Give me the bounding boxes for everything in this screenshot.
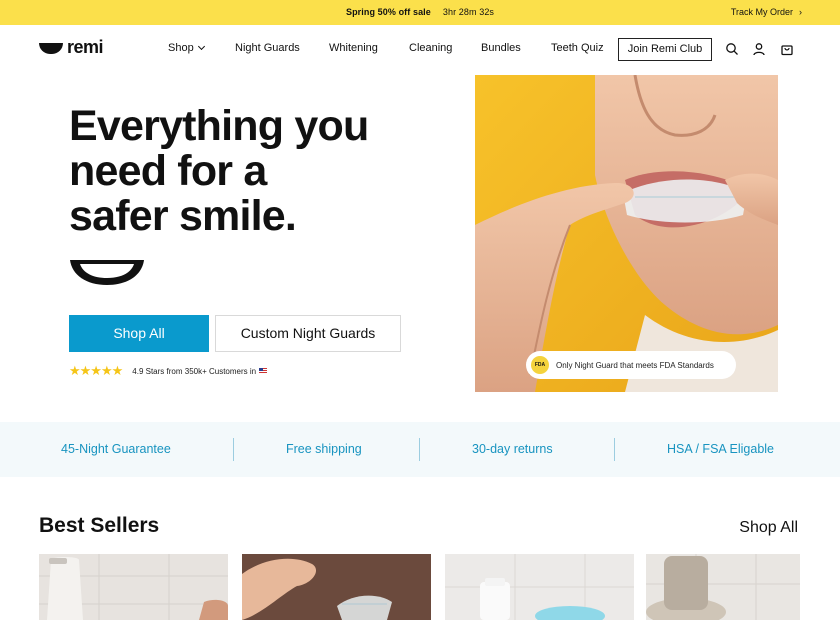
nav-shop[interactable]: Shop — [168, 42, 205, 54]
hero-image: FDA Only Night Guard that meets FDA Stan… — [475, 75, 778, 392]
fda-seal-icon: FDA — [531, 356, 549, 374]
search-icon[interactable] — [725, 42, 739, 56]
nav-shop-label: Shop — [168, 42, 194, 54]
hero-headline-line-3: safer smile. — [69, 192, 297, 240]
nav-cleaning[interactable]: Cleaning — [409, 42, 452, 54]
account-icon[interactable] — [752, 42, 766, 56]
chevron-right-icon: › — [799, 7, 802, 17]
benefit-divider — [614, 438, 615, 461]
chevron-down-icon — [197, 42, 205, 51]
hero-headline-line-1: Everything you — [69, 102, 369, 150]
rating-text: 4.9 Stars from 350k+ Customers in — [132, 366, 268, 376]
hero-headline-line-2: need for a — [69, 147, 267, 195]
countdown-timer: 3hr 28m 32s — [442, 7, 495, 17]
product-card[interactable] — [39, 554, 228, 620]
star-rating-icon: ★★★★★ — [69, 363, 123, 378]
promo-banner: Spring 50% off sale 3hr 28m 32s — [0, 7, 840, 17]
us-flag-icon — [259, 367, 268, 374]
promo-label: Spring 50% off sale — [345, 7, 431, 17]
nav-teeth-quiz[interactable]: Teeth Quiz — [551, 42, 604, 54]
product-image — [445, 554, 634, 620]
shop-all-button[interactable]: Shop All — [69, 315, 209, 352]
rating-summary: ★★★★★ 4.9 Stars from 350k+ Customers in — [69, 363, 268, 379]
track-order-label: Track My Order — [730, 7, 793, 17]
rating-text-label: 4.9 Stars from 350k+ Customers in — [132, 366, 257, 376]
nav-whitening[interactable]: Whitening — [329, 42, 378, 54]
best-sellers-title: Best Sellers — [39, 514, 160, 537]
site-header: remi Shop Night Guards Whitening Cleanin… — [0, 25, 840, 73]
benefit-guarantee: 45-Night Guarantee — [61, 442, 171, 456]
nav-night-guards[interactable]: Night Guards — [235, 42, 300, 54]
person-with-night-guard-illustration — [475, 75, 778, 392]
nav-bundles[interactable]: Bundles — [481, 42, 521, 54]
announcement-bar: Spring 50% off sale 3hr 28m 32s Track My … — [0, 0, 840, 25]
benefit-returns: 30-day returns — [472, 442, 553, 456]
product-image — [646, 554, 800, 620]
benefit-divider — [419, 438, 420, 461]
best-sellers-shop-all-link[interactable]: Shop All — [739, 519, 798, 537]
product-image — [39, 554, 228, 620]
fda-standards-text: Only Night Guard that meets FDA Standard… — [556, 360, 714, 370]
benefit-divider — [233, 438, 234, 461]
logo-smile-icon — [39, 42, 63, 54]
benefits-strip: 45-Night Guarantee Free shipping 30-day … — [0, 422, 840, 477]
smile-graphic-icon — [70, 260, 144, 285]
product-card[interactable] — [242, 554, 431, 620]
custom-night-guards-button[interactable]: Custom Night Guards — [215, 315, 401, 352]
product-card[interactable] — [445, 554, 634, 620]
join-remi-club-button[interactable]: Join Remi Club — [618, 38, 712, 61]
logo-text: remi — [67, 36, 104, 57]
product-image — [242, 554, 431, 620]
fda-standards-badge: FDA Only Night Guard that meets FDA Stan… — [526, 351, 736, 379]
product-card[interactable] — [646, 554, 800, 620]
cart-icon[interactable] — [780, 42, 794, 56]
benefit-free-shipping: Free shipping — [286, 442, 362, 456]
track-order-link[interactable]: Track My Order › — [731, 7, 802, 17]
benefit-hsa-fsa: HSA / FSA Eligable — [667, 442, 775, 456]
hero-headline: Everything you need for a safer smile. — [69, 104, 429, 239]
remi-logo[interactable]: remi — [39, 36, 104, 57]
